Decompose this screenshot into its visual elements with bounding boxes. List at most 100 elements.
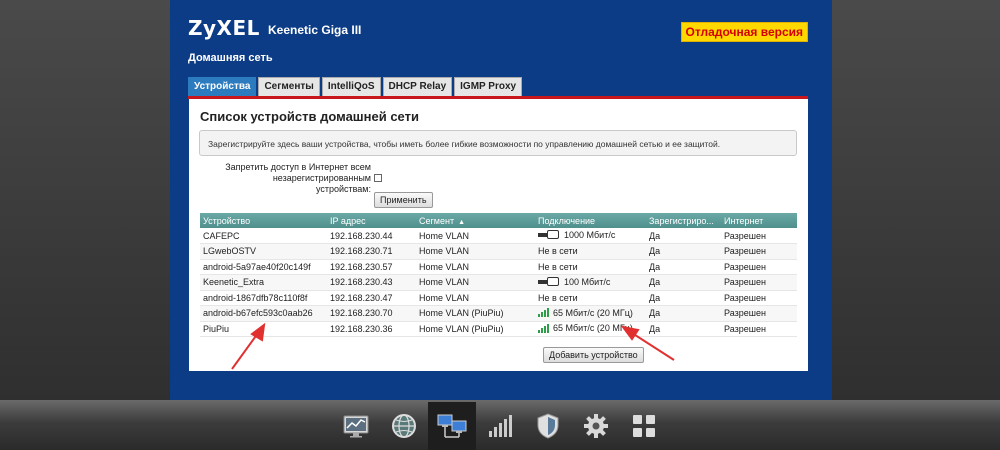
table-row[interactable]: android-1867dfb78c110f8f 192.168.230.47 … — [200, 290, 797, 306]
cell-registered: Да — [646, 228, 721, 244]
page-background-left — [0, 0, 170, 400]
block-label-line-1: Запретить доступ в Интернет всем — [225, 162, 371, 172]
cell-segment: Home VLAN — [416, 259, 535, 275]
router-admin-panel: ZyXEL Keenetic Giga III Отладочная верси… — [170, 0, 832, 400]
devices-table: Устройство IP адрес Сегмент ▲ Подключение… — [200, 213, 797, 337]
table-row[interactable]: CAFEPC 192.168.230.44 Home VLAN 1000 Мби… — [200, 228, 797, 244]
info-message: Зарегистрируйте здесь ваши устройства, ч… — [199, 130, 797, 156]
wifi-signal-icon — [538, 323, 549, 333]
cell-ip: 192.168.230.47 — [327, 290, 416, 306]
page-background-right — [832, 0, 1000, 400]
cell-ip: 192.168.230.44 — [327, 228, 416, 244]
cell-segment: Home VLAN (PiuPiu) — [416, 321, 535, 337]
router-model: Keenetic Giga III — [268, 23, 362, 37]
cell-internet: Разрешен — [721, 228, 797, 244]
add-device-button[interactable]: Добавить устройство — [543, 347, 644, 363]
table-row[interactable]: LGwebOSTV 192.168.230.71 Home VLAN Не в … — [200, 243, 797, 260]
page-title: Домашняя сеть — [188, 52, 273, 64]
dock-wifi[interactable] — [476, 402, 524, 450]
cell-connection: Не в сети — [535, 243, 646, 260]
cell-segment: Home VLAN — [416, 290, 535, 306]
dock-apps[interactable] — [620, 402, 668, 450]
cell-registered: Да — [646, 290, 721, 306]
cell-connection: Не в сети — [535, 259, 646, 275]
dock-internet[interactable] — [380, 402, 428, 450]
cell-internet: Разрешен — [721, 290, 797, 306]
cell-connection: 100 Мбит/с — [535, 274, 646, 291]
globe-icon — [392, 414, 416, 438]
panel-title: Список устройств домашней сети — [200, 109, 419, 124]
column-header-internet[interactable]: Интернет — [721, 213, 797, 228]
cell-connection: 65 Мбит/с (20 МГц) — [535, 305, 646, 322]
tab-intelliqos[interactable]: IntelliQoS — [321, 77, 381, 96]
dock-home-network[interactable] — [428, 402, 476, 450]
app-header: ZyXEL Keenetic Giga III Отладочная верси… — [170, 0, 832, 70]
signal-bars-icon — [489, 415, 512, 437]
cell-device: android-5a97ae40f20c149f — [200, 259, 327, 275]
column-header-device[interactable]: Устройство — [200, 213, 327, 228]
cell-ip: 192.168.230.71 — [327, 243, 416, 260]
cell-segment: Home VLAN — [416, 228, 535, 244]
cell-internet: Разрешен — [721, 305, 797, 322]
tab-devices[interactable]: Устройства — [188, 77, 257, 96]
devices-panel: Список устройств домашней сети Зарегистр… — [189, 99, 808, 371]
tab-igmp-proxy[interactable]: IGMP Proxy — [454, 77, 523, 96]
dock-system[interactable] — [572, 402, 620, 450]
column-header-connection[interactable]: Подключение — [535, 213, 646, 228]
shield-icon — [537, 413, 559, 439]
cell-device: PiuPiu — [200, 321, 327, 337]
cell-registered: Да — [646, 305, 721, 322]
debug-version-badge: Отладочная версия — [680, 22, 808, 42]
column-header-ip[interactable]: IP адрес — [327, 213, 416, 228]
block-label-line-2: незарегистрированным устройствам: — [272, 173, 371, 194]
apply-button[interactable]: Применить — [374, 192, 433, 208]
cell-segment: Home VLAN — [416, 243, 535, 260]
cell-connection: Не в сети — [535, 290, 646, 306]
cell-connection: 65 Мбит/с (20 МГц) — [535, 321, 646, 337]
table-row[interactable]: android-b67efc593c0aab26 192.168.230.70 … — [200, 305, 797, 322]
column-header-registered[interactable]: Зарегистриро... — [646, 213, 721, 228]
ethernet-icon — [538, 277, 560, 286]
cell-segment: Home VLAN — [416, 274, 535, 291]
cell-registered: Да — [646, 274, 721, 291]
table-row[interactable]: PiuPiu 192.168.230.36 Home VLAN (PiuPiu)… — [200, 321, 797, 337]
table-row[interactable]: android-5a97ae40f20c149f 192.168.230.57 … — [200, 259, 797, 275]
cell-registered: Да — [646, 259, 721, 275]
cell-ip: 192.168.230.70 — [327, 305, 416, 322]
table-header-row: Устройство IP адрес Сегмент ▲ Подключение… — [200, 213, 797, 228]
sort-ascending-icon: ▲ — [458, 218, 466, 226]
cell-registered: Да — [646, 321, 721, 337]
cell-device: CAFEPC — [200, 228, 327, 244]
cell-internet: Разрешен — [721, 321, 797, 337]
gear-icon — [584, 414, 608, 438]
table-row[interactable]: Keenetic_Extra 192.168.230.43 Home VLAN … — [200, 274, 797, 291]
brand-logo: ZyXEL — [188, 16, 260, 40]
cell-device: android-b67efc593c0aab26 — [200, 305, 327, 322]
tab-dhcp-relay[interactable]: DHCP Relay — [382, 77, 453, 96]
cell-segment: Home VLAN (PiuPiu) — [416, 305, 535, 322]
cell-connection: 1000 Мбит/с — [535, 228, 646, 244]
ethernet-icon — [538, 230, 560, 240]
dock-security[interactable] — [524, 402, 572, 450]
cell-device: android-1867dfb78c110f8f — [200, 290, 327, 306]
dock-monitor[interactable] — [332, 402, 380, 450]
wifi-signal-icon — [538, 308, 549, 317]
column-header-segment[interactable]: Сегмент ▲ — [416, 213, 535, 228]
apps-grid-icon — [633, 415, 655, 437]
cell-internet: Разрешен — [721, 259, 797, 275]
cell-ip: 192.168.230.36 — [327, 321, 416, 337]
cell-registered: Да — [646, 243, 721, 260]
tab-segments[interactable]: Сегменты — [258, 77, 320, 96]
monitor-chart-icon — [343, 415, 369, 438]
cell-device: LGwebOSTV — [200, 243, 327, 260]
block-unregistered-label: Запретить доступ в Интернет всем незарег… — [219, 162, 371, 195]
cell-internet: Разрешен — [721, 243, 797, 260]
cell-internet: Разрешен — [721, 274, 797, 291]
bottom-dock — [332, 402, 668, 450]
block-unregistered-checkbox[interactable] — [374, 174, 382, 182]
cell-device: Keenetic_Extra — [200, 274, 327, 291]
cell-ip: 192.168.230.43 — [327, 274, 416, 291]
network-computers-icon — [437, 414, 467, 438]
tab-bar: Устройства Сегменты IntelliQoS DHCP Rela… — [188, 77, 524, 96]
cell-ip: 192.168.230.57 — [327, 259, 416, 275]
